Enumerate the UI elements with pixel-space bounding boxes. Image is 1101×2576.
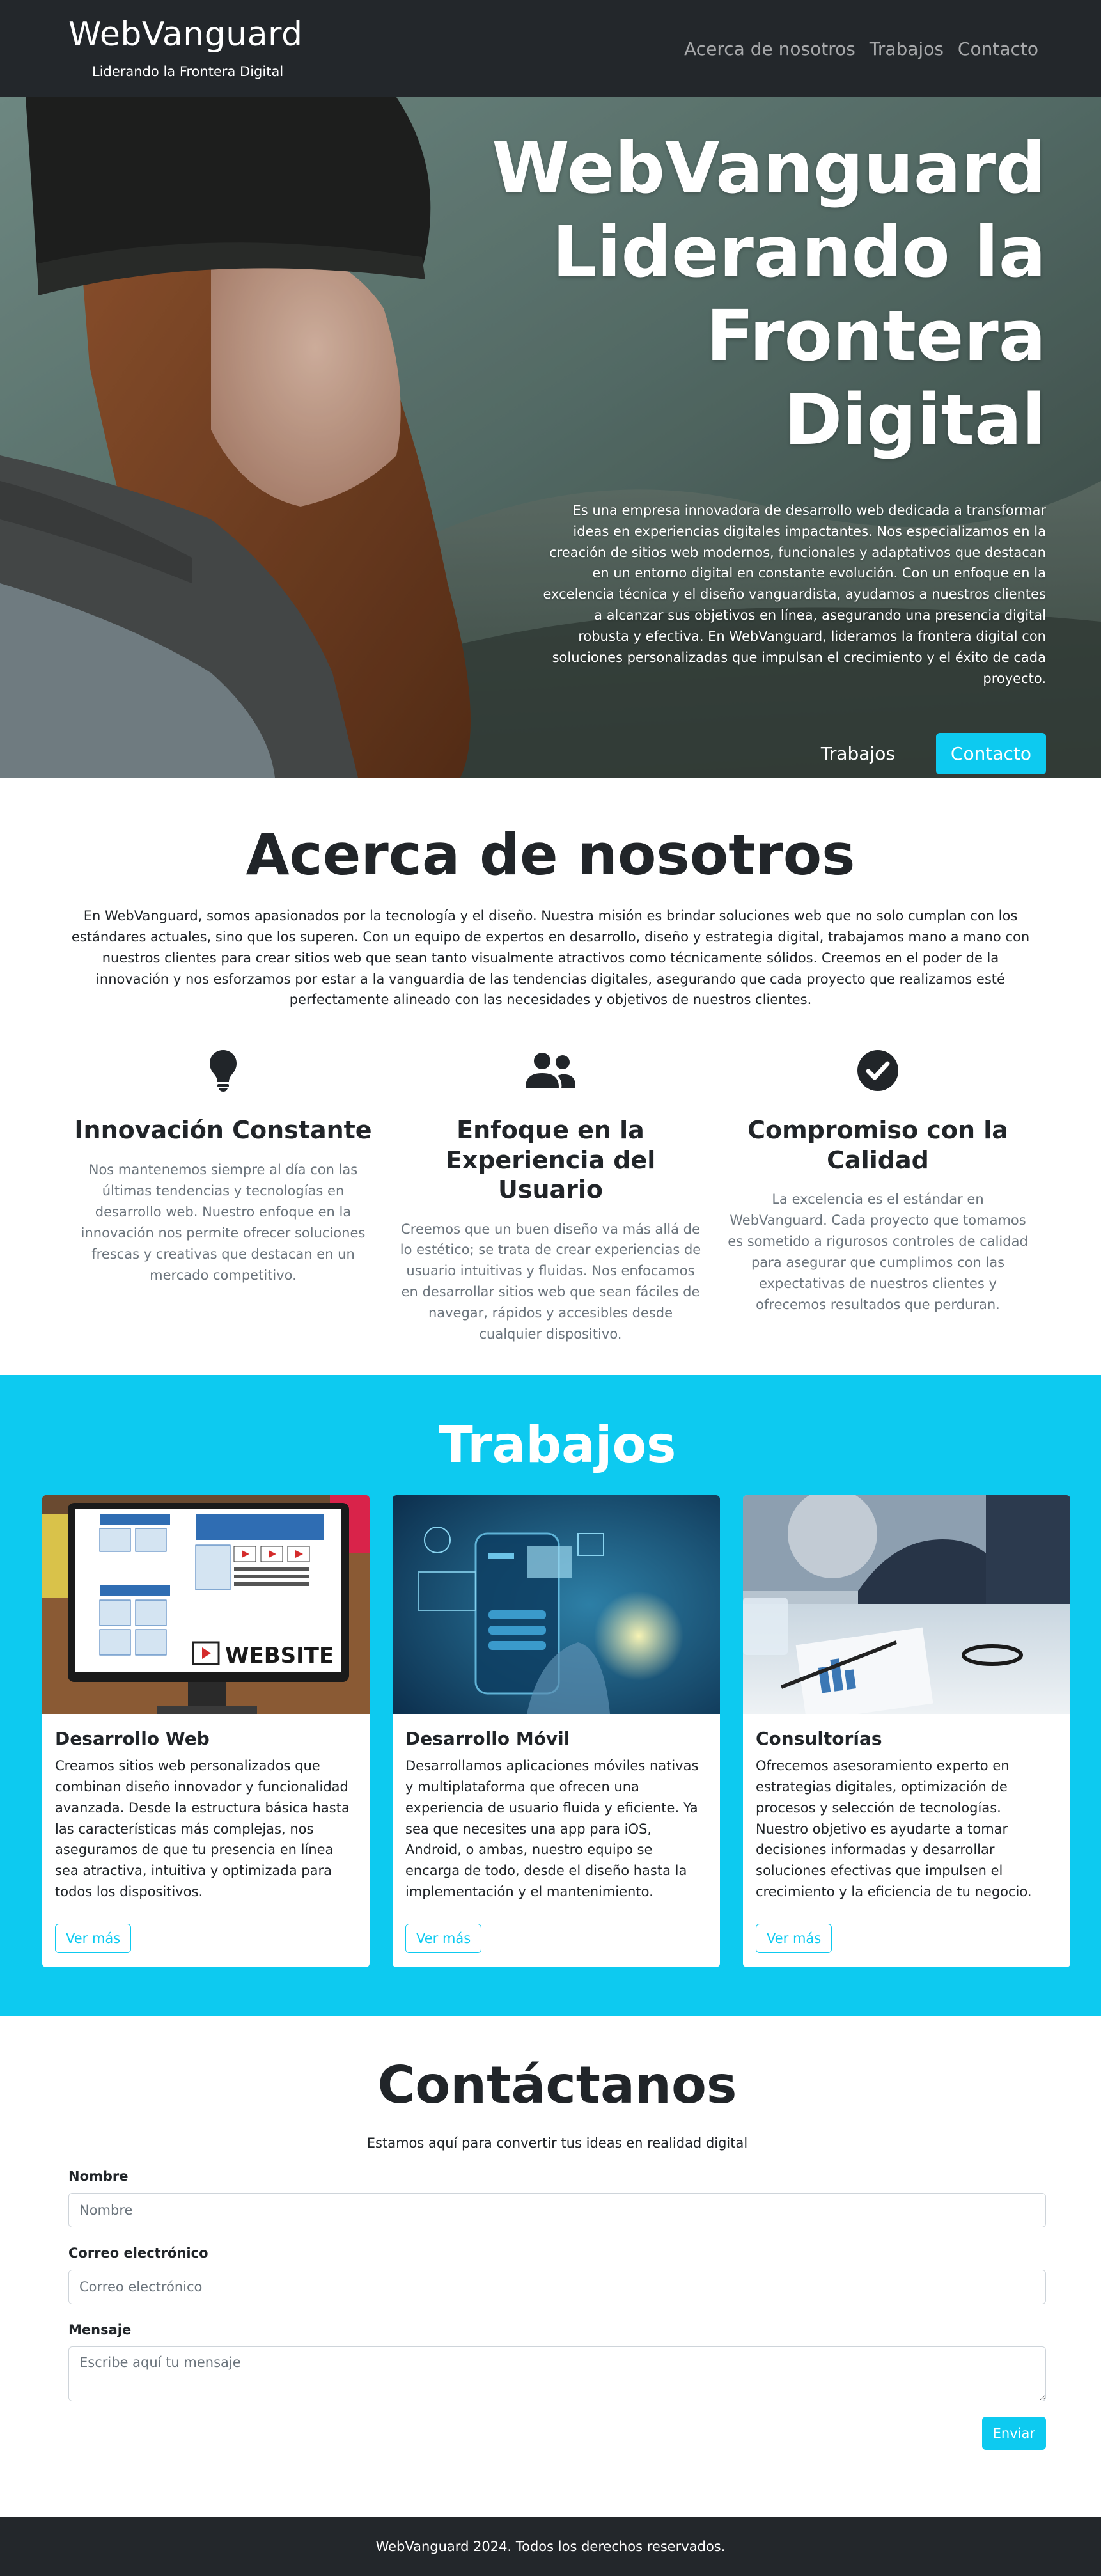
name-group: Nombre xyxy=(68,2169,1046,2227)
hero-section: WebVanguard Liderando la Frontera Digita… xyxy=(0,97,1101,778)
email-group: Correo electrónico xyxy=(68,2245,1046,2304)
hero-title: WebVanguard Liderando la Frontera Digita… xyxy=(439,127,1046,462)
works-cards: WEBSITE Desarrollo Web Creamos sitios we… xyxy=(42,1495,1073,1967)
card-body: Desarrollo Móvil Desarrollamos aplicacio… xyxy=(393,1714,720,1903)
hero-content: WebVanguard Liderando la Frontera Digita… xyxy=(439,127,1047,775)
features: Innovación Constante Nos mantenemos siem… xyxy=(68,1045,1033,1345)
mobile-app-image xyxy=(393,1495,720,1714)
hero-works-button[interactable]: Trabajos xyxy=(806,733,910,774)
card-title: Desarrollo Web xyxy=(55,1727,210,1749)
footer-text: WebVanguard 2024. Todos los derechos res… xyxy=(375,2538,726,2554)
website-image-label: WEBSITE xyxy=(225,1643,334,1669)
feature-innovation: Innovación Constante Nos mantenemos siem… xyxy=(68,1045,378,1345)
check-circle-icon xyxy=(723,1045,1033,1096)
feature-text: Creemos que un buen diseño va más allá d… xyxy=(400,1221,701,1342)
email-label: Correo electrónico xyxy=(68,2245,208,2261)
contact-section: Contáctanos Estamos aquí para convertir … xyxy=(0,2016,1101,2517)
nav-link-works[interactable]: Trabajos xyxy=(870,38,944,59)
hero-title-line-2: Liderando la xyxy=(552,210,1046,293)
about-title: Acerca de nosotros xyxy=(246,822,855,888)
feature-user-experience: Enfoque en la Experiencia del Usuario Cr… xyxy=(396,1045,705,1345)
hero-title-line-1: WebVanguard xyxy=(492,127,1046,209)
work-card-consulting: Consultorías Ofrecemos asesoramiento exp… xyxy=(743,1495,1070,1967)
nav-link-contact[interactable]: Contacto xyxy=(958,38,1038,59)
lightbulb-icon xyxy=(68,1045,378,1096)
footer: WebVanguard 2024. Todos los derechos res… xyxy=(0,2517,1101,2576)
works-title: Trabajos xyxy=(439,1417,676,1474)
nav-link-about[interactable]: Acerca de nosotros xyxy=(684,38,855,59)
hero-contact-button[interactable]: Contacto xyxy=(935,733,1046,775)
card-text: Creamos sitios web personalizados que co… xyxy=(55,1757,350,1900)
about-section: Acerca de nosotros En WebVanguard, somos… xyxy=(0,778,1101,1375)
submit-row: Enviar xyxy=(68,2417,1046,2450)
web-more-button[interactable]: Ver más xyxy=(55,1923,132,1953)
card-body: Desarrollo Web Creamos sitios web person… xyxy=(42,1714,370,1903)
work-card-mobile: Desarrollo Móvil Desarrollamos aplicacio… xyxy=(393,1495,720,1967)
brand-tagline: Liderando la Frontera Digital xyxy=(92,64,284,79)
contact-form: Nombre Correo electrónico Mensaje Enviar xyxy=(68,2169,1046,2450)
submit-button[interactable]: Enviar xyxy=(981,2417,1046,2450)
about-text: En WebVanguard, somos apasionados por la… xyxy=(71,907,1030,1008)
consulting-more-button[interactable]: Ver más xyxy=(756,1923,832,1953)
feature-quality: Compromiso con la Calidad La excelencia … xyxy=(723,1045,1033,1345)
hero-text: Es una empresa innovadora de desarrollo … xyxy=(543,502,1047,687)
consulting-image xyxy=(743,1495,1070,1714)
name-input[interactable] xyxy=(68,2193,1046,2227)
website-illustration-image: WEBSITE xyxy=(42,1495,370,1714)
contact-subtitle: Estamos aquí para convertir tus ideas en… xyxy=(366,2135,748,2151)
feature-title: Enfoque en la Experiencia del Usuario xyxy=(445,1116,656,1204)
feature-text: La excelencia es el estándar en WebVangu… xyxy=(728,1191,1028,1312)
nav-links: Acerca de nosotros Trabajos Contacto xyxy=(684,38,1038,59)
card-text: Desarrollamos aplicaciones móviles nativ… xyxy=(405,1757,699,1900)
feature-text: Nos mantenemos siempre al día con las úl… xyxy=(81,1161,366,1283)
message-textarea[interactable] xyxy=(68,2346,1046,2401)
feature-title: Compromiso con la Calidad xyxy=(747,1116,1008,1174)
email-input[interactable] xyxy=(68,2270,1046,2304)
feature-title: Innovación Constante xyxy=(74,1116,372,1145)
work-card-web: WEBSITE Desarrollo Web Creamos sitios we… xyxy=(42,1495,370,1967)
brand[interactable]: WebVanguard Liderando la Frontera Digita… xyxy=(68,18,303,79)
hero-buttons: Trabajos Contacto xyxy=(439,733,1046,775)
message-group: Mensaje xyxy=(68,2322,1046,2404)
mobile-more-button[interactable]: Ver más xyxy=(405,1923,482,1953)
works-section: Trabajos WEBSITE Desarrollo Web Creamos … xyxy=(0,1375,1101,2016)
card-title: Consultorías xyxy=(756,1727,882,1749)
card-body: Consultorías Ofrecemos asesoramiento exp… xyxy=(743,1714,1070,1903)
name-label: Nombre xyxy=(68,2169,129,2184)
navbar: WebVanguard Liderando la Frontera Digita… xyxy=(0,0,1101,97)
users-icon xyxy=(396,1045,705,1096)
message-label: Mensaje xyxy=(68,2322,132,2337)
card-title: Desarrollo Móvil xyxy=(405,1727,570,1749)
contact-title: Contáctanos xyxy=(377,2055,737,2115)
card-text: Ofrecemos asesoramiento experto en estra… xyxy=(756,1757,1032,1900)
hero-title-line-3: Frontera Digital xyxy=(706,294,1046,460)
brand-name[interactable]: WebVanguard xyxy=(68,18,303,51)
